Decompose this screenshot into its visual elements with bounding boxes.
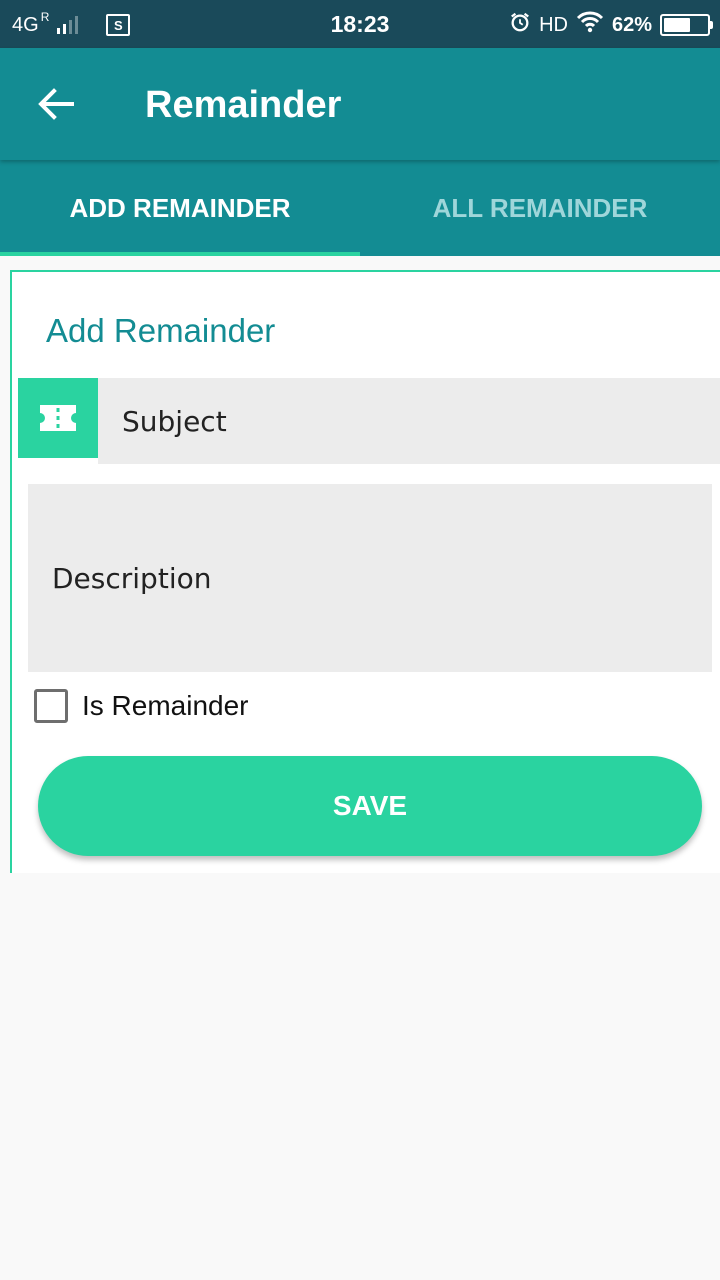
- add-remainder-card: Add Remainder Is Remainder SAVE: [10, 270, 720, 873]
- status-right: HD 62%: [509, 11, 713, 39]
- status-bar: 4G R S 18:23 HD 62%: [0, 0, 720, 48]
- hd-indicator: HD: [539, 13, 568, 36]
- alarm-icon: [509, 11, 531, 39]
- wifi-icon: [576, 11, 604, 39]
- battery-percent: 62%: [611, 13, 652, 36]
- app-bar: Remainder: [0, 48, 720, 160]
- back-button[interactable]: [28, 80, 84, 128]
- is-remainder-checkbox[interactable]: [34, 689, 68, 723]
- subject-row: [18, 378, 720, 464]
- form-title: Add Remainder: [46, 312, 276, 349]
- battery-icon: [660, 14, 713, 36]
- description-input[interactable]: [28, 484, 712, 672]
- save-button[interactable]: SAVE: [38, 756, 702, 856]
- tab-indicator: [0, 252, 360, 256]
- tab-all-remainder[interactable]: ALL REMAINDER: [360, 160, 720, 256]
- tab-label: ALL REMAINDER: [432, 192, 648, 223]
- is-remainder-checkbox-row[interactable]: Is Remainder: [34, 686, 249, 726]
- checkbox-label: Is Remainder: [82, 690, 249, 721]
- subject-input[interactable]: [98, 378, 720, 464]
- arrow-left-icon: [38, 88, 74, 120]
- ticket-icon: [18, 378, 98, 458]
- tab-label: ADD REMAINDER: [69, 192, 291, 223]
- page-title: Remainder: [145, 84, 342, 126]
- tab-bar: ADD REMAINDER ALL REMAINDER: [0, 160, 720, 256]
- tab-add-remainder[interactable]: ADD REMAINDER: [0, 160, 360, 256]
